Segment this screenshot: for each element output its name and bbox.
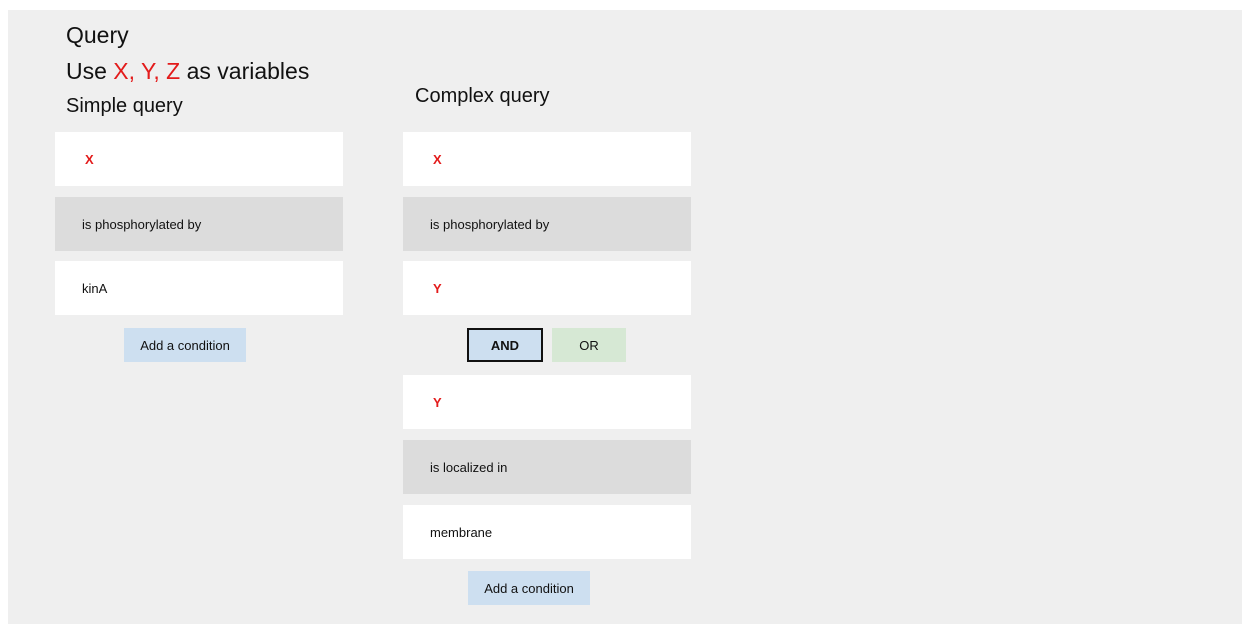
complex-add-condition-button[interactable]: Add a condition [468,571,590,605]
query-panel: Query Use X, Y, Z as variables Simple qu… [8,10,1242,624]
simple-predicate-field[interactable]: is phosphorylated by [55,197,343,251]
complex-subject-field-1[interactable]: X [403,132,691,186]
complex-object-field-2[interactable]: membrane [403,505,691,559]
or-button[interactable]: OR [552,328,626,362]
complex-subject-field-2[interactable]: Y [403,375,691,429]
simple-subject-field[interactable]: X [55,132,343,186]
complex-predicate-field-1[interactable]: is phosphorylated by [403,197,691,251]
variables-hint: Use X, Y, Z as variables [66,58,309,85]
simple-object-field[interactable]: kinA [55,261,343,315]
complex-predicate-field-2[interactable]: is localized in [403,440,691,494]
and-button[interactable]: AND [467,328,543,362]
page-title: Query [66,22,129,48]
complex-object-field-1[interactable]: Y [403,261,691,315]
hint-suffix: as variables [180,58,310,84]
complex-query-heading: Complex query [415,85,550,107]
hint-prefix: Use [66,58,114,84]
hint-variables: X, Y, Z [113,58,181,84]
simple-query-heading: Simple query [66,95,183,117]
simple-add-condition-button[interactable]: Add a condition [124,328,246,362]
